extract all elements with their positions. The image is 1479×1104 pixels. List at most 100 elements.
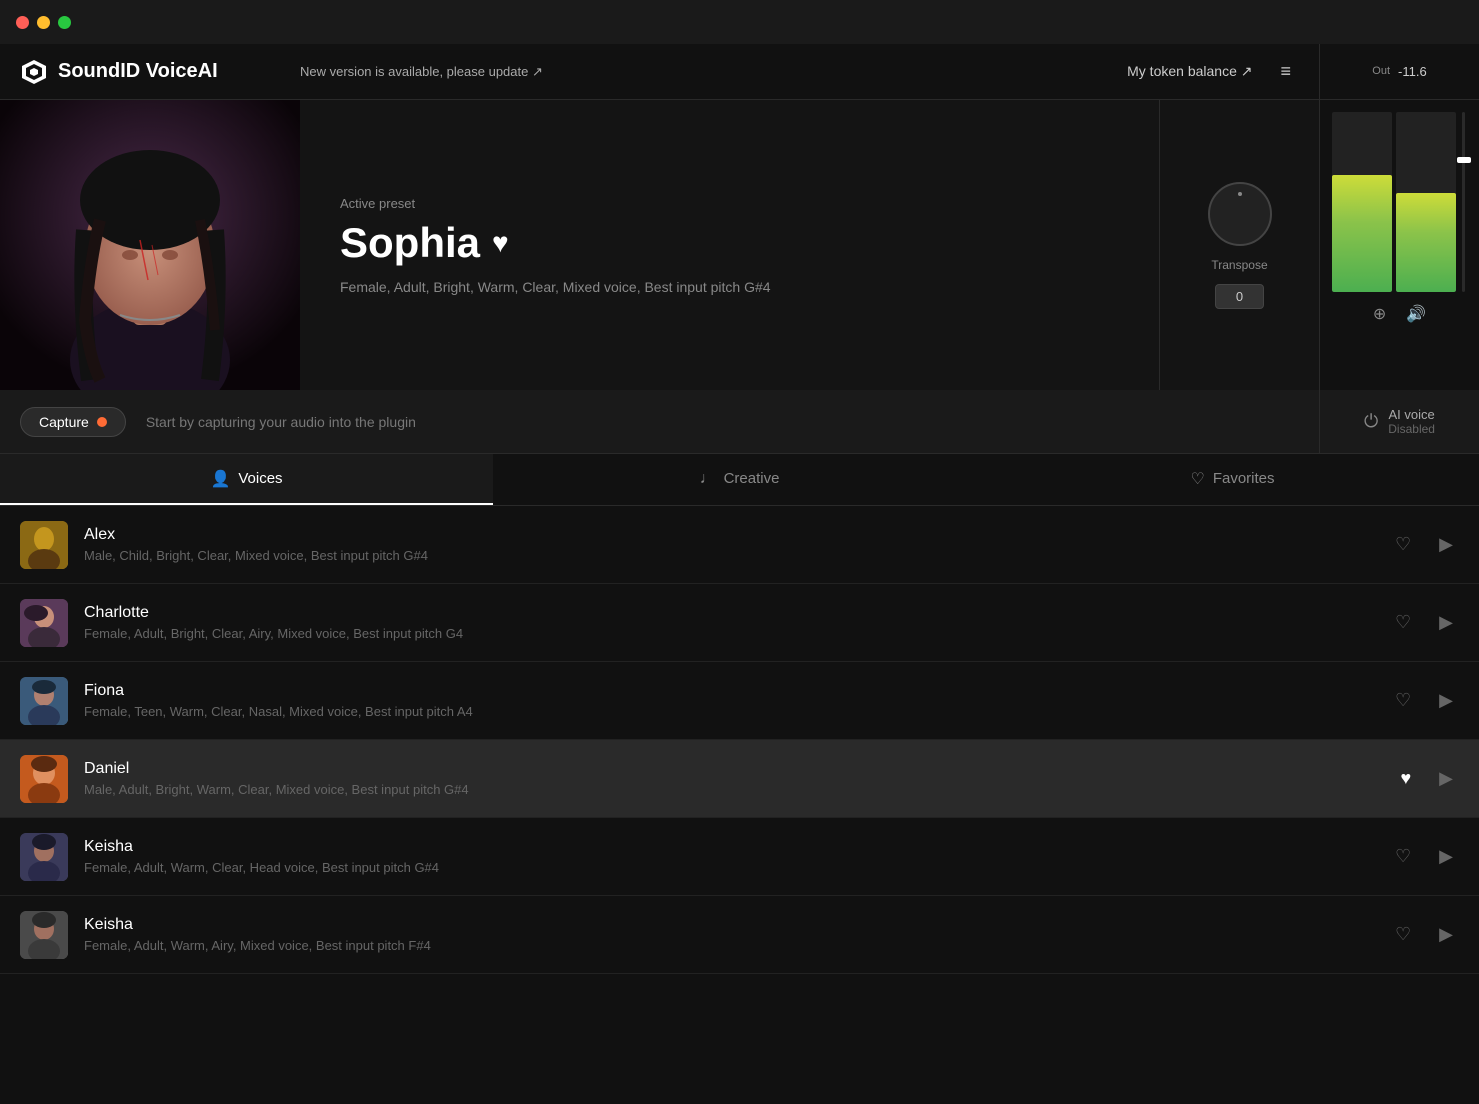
- tab-creative-label: Creative: [724, 470, 780, 487]
- play-button[interactable]: ▶: [1433, 684, 1459, 717]
- keisha2-avatar: [20, 911, 68, 959]
- voice-actions: ♡ ▶: [1389, 528, 1459, 561]
- capture-dot-icon: [97, 417, 107, 427]
- voice-row[interactable]: Fiona Female, Teen, Warm, Clear, Nasal, …: [0, 662, 1479, 740]
- favorite-button[interactable]: ♡: [1389, 528, 1417, 561]
- voice-tags: Female, Adult, Warm, Clear, Head voice, …: [84, 860, 1389, 875]
- ai-voice-status: Disabled: [1388, 422, 1435, 436]
- tab-voices-label: Voices: [238, 470, 282, 487]
- preset-tags: Female, Adult, Bright, Warm, Clear, Mixe…: [340, 279, 1119, 295]
- voice-tags: Female, Teen, Warm, Clear, Nasal, Mixed …: [84, 704, 1389, 719]
- favorite-button[interactable]: ♥: [1394, 762, 1417, 795]
- ai-voice-section: ⏻ AI voice Disabled: [1319, 390, 1479, 453]
- content-row: Active preset Sophia ♥ Female, Adult, Br…: [0, 100, 1479, 390]
- voice-row[interactable]: Daniel Male, Adult, Bright, Warm, Clear,…: [0, 740, 1479, 818]
- play-button[interactable]: ▶: [1433, 606, 1459, 639]
- voice-info: Keisha Female, Adult, Warm, Clear, Head …: [84, 838, 1389, 875]
- tab-voices[interactable]: 👤 Voices: [0, 454, 493, 505]
- capture-button-label: Capture: [39, 414, 89, 430]
- fullscreen-button[interactable]: [58, 16, 71, 29]
- voice-name: Keisha: [84, 838, 1389, 856]
- ai-voice-label: AI voice: [1388, 407, 1435, 422]
- update-notice[interactable]: New version is available, please update …: [300, 64, 1127, 80]
- transpose-knob[interactable]: [1208, 182, 1272, 246]
- voice-actions: ♥ ▶: [1394, 762, 1459, 795]
- voice-info: Daniel Male, Adult, Bright, Warm, Clear,…: [84, 760, 1394, 797]
- voice-actions: ♡ ▶: [1389, 684, 1459, 717]
- volume-icon[interactable]: 🔊: [1406, 304, 1426, 324]
- minimize-button[interactable]: [37, 16, 50, 29]
- artist-photo: [0, 100, 300, 390]
- logo-text: SoundID VoiceAI: [58, 60, 218, 83]
- meter-panel: ⊕ 🔊: [1319, 100, 1479, 390]
- close-button[interactable]: [16, 16, 29, 29]
- content-main: Active preset Sophia ♥ Female, Adult, Br…: [0, 100, 1319, 390]
- meter-bar-1-fill: [1332, 175, 1392, 292]
- title-bar: [0, 0, 1479, 44]
- voice-row[interactable]: Alex Male, Child, Bright, Clear, Mixed v…: [0, 506, 1479, 584]
- capture-hint: Start by capturing your audio into the p…: [146, 414, 416, 430]
- meter-bar-2-fill: [1396, 193, 1456, 292]
- menu-button[interactable]: ≡: [1272, 57, 1299, 86]
- token-balance[interactable]: My token balance ↗: [1127, 63, 1252, 80]
- transpose-value[interactable]: 0: [1215, 284, 1264, 309]
- transpose-label: Transpose: [1211, 258, 1267, 272]
- favorite-button[interactable]: ♡: [1389, 840, 1417, 873]
- alex-avatar: [20, 521, 68, 569]
- artist-photo-bg: [0, 100, 300, 390]
- tab-creative[interactable]: ♩ Creative: [493, 454, 986, 505]
- preset-name: Sophia ♥: [340, 219, 1119, 267]
- play-button[interactable]: ▶: [1433, 528, 1459, 561]
- link-icon[interactable]: ⊕: [1373, 304, 1386, 324]
- meter-slider-track[interactable]: [1462, 112, 1465, 292]
- voice-row[interactable]: Keisha Female, Adult, Warm, Airy, Mixed …: [0, 896, 1479, 974]
- voice-row[interactable]: Keisha Female, Adult, Warm, Clear, Head …: [0, 818, 1479, 896]
- avatar: [20, 755, 68, 803]
- capture-main: Capture Start by capturing your audio in…: [0, 390, 1319, 453]
- tab-favorites[interactable]: ♡ Favorites: [986, 454, 1479, 505]
- play-button[interactable]: ▶: [1433, 840, 1459, 873]
- creative-icon: ♩: [700, 470, 716, 488]
- voice-list: Alex Male, Child, Bright, Clear, Mixed v…: [0, 506, 1479, 1104]
- favorite-button[interactable]: ♡: [1389, 918, 1417, 951]
- avatar: [20, 911, 68, 959]
- favorite-button[interactable]: ♡: [1389, 684, 1417, 717]
- voice-info: Fiona Female, Teen, Warm, Clear, Nasal, …: [84, 682, 1389, 719]
- logo-icon: [20, 58, 48, 86]
- voice-name: Daniel: [84, 760, 1394, 778]
- bottom-section: 👤 Voices ♩ Creative ♡ Favorites: [0, 454, 1479, 1104]
- ai-voice-text: AI voice Disabled: [1388, 407, 1435, 436]
- meter-bar-2: [1396, 112, 1456, 292]
- avatar: [20, 833, 68, 881]
- meter-bar-1: [1332, 112, 1392, 292]
- play-button[interactable]: ▶: [1433, 918, 1459, 951]
- meter-visual: [1328, 112, 1471, 292]
- voice-name: Charlotte: [84, 604, 1389, 622]
- voice-info: Alex Male, Child, Bright, Clear, Mixed v…: [84, 526, 1389, 563]
- out-label: Out: [1372, 65, 1390, 77]
- artist-illustration: [0, 100, 300, 390]
- voice-info: Keisha Female, Adult, Warm, Airy, Mixed …: [84, 916, 1389, 953]
- avatar: [20, 677, 68, 725]
- capture-row: Capture Start by capturing your audio in…: [0, 390, 1479, 454]
- charlotte-avatar: [20, 599, 68, 647]
- capture-button[interactable]: Capture: [20, 407, 126, 437]
- app-container: SoundID VoiceAI New version is available…: [0, 0, 1479, 1104]
- play-button[interactable]: ▶: [1433, 762, 1459, 795]
- voice-name: Fiona: [84, 682, 1389, 700]
- knob-dot: [1238, 192, 1242, 196]
- tabs-bar: 👤 Voices ♩ Creative ♡ Favorites: [0, 454, 1479, 506]
- preset-panel: Active preset Sophia ♥ Female, Adult, Br…: [300, 100, 1159, 390]
- voice-actions: ♡ ▶: [1389, 606, 1459, 639]
- meter-slider-knob[interactable]: [1457, 157, 1471, 163]
- voice-actions: ♡ ▶: [1389, 840, 1459, 873]
- voice-row[interactable]: Charlotte Female, Adult, Bright, Clear, …: [0, 584, 1479, 662]
- voice-tags: Male, Adult, Bright, Warm, Clear, Mixed …: [84, 782, 1394, 797]
- voice-actions: ♡ ▶: [1389, 918, 1459, 951]
- logo: SoundID VoiceAI: [20, 58, 300, 86]
- favorite-heart-icon[interactable]: ♥: [492, 227, 509, 259]
- traffic-lights: [16, 16, 71, 29]
- favorite-button[interactable]: ♡: [1389, 606, 1417, 639]
- voice-tags: Female, Adult, Warm, Airy, Mixed voice, …: [84, 938, 1389, 953]
- power-icon[interactable]: ⏻: [1364, 411, 1378, 432]
